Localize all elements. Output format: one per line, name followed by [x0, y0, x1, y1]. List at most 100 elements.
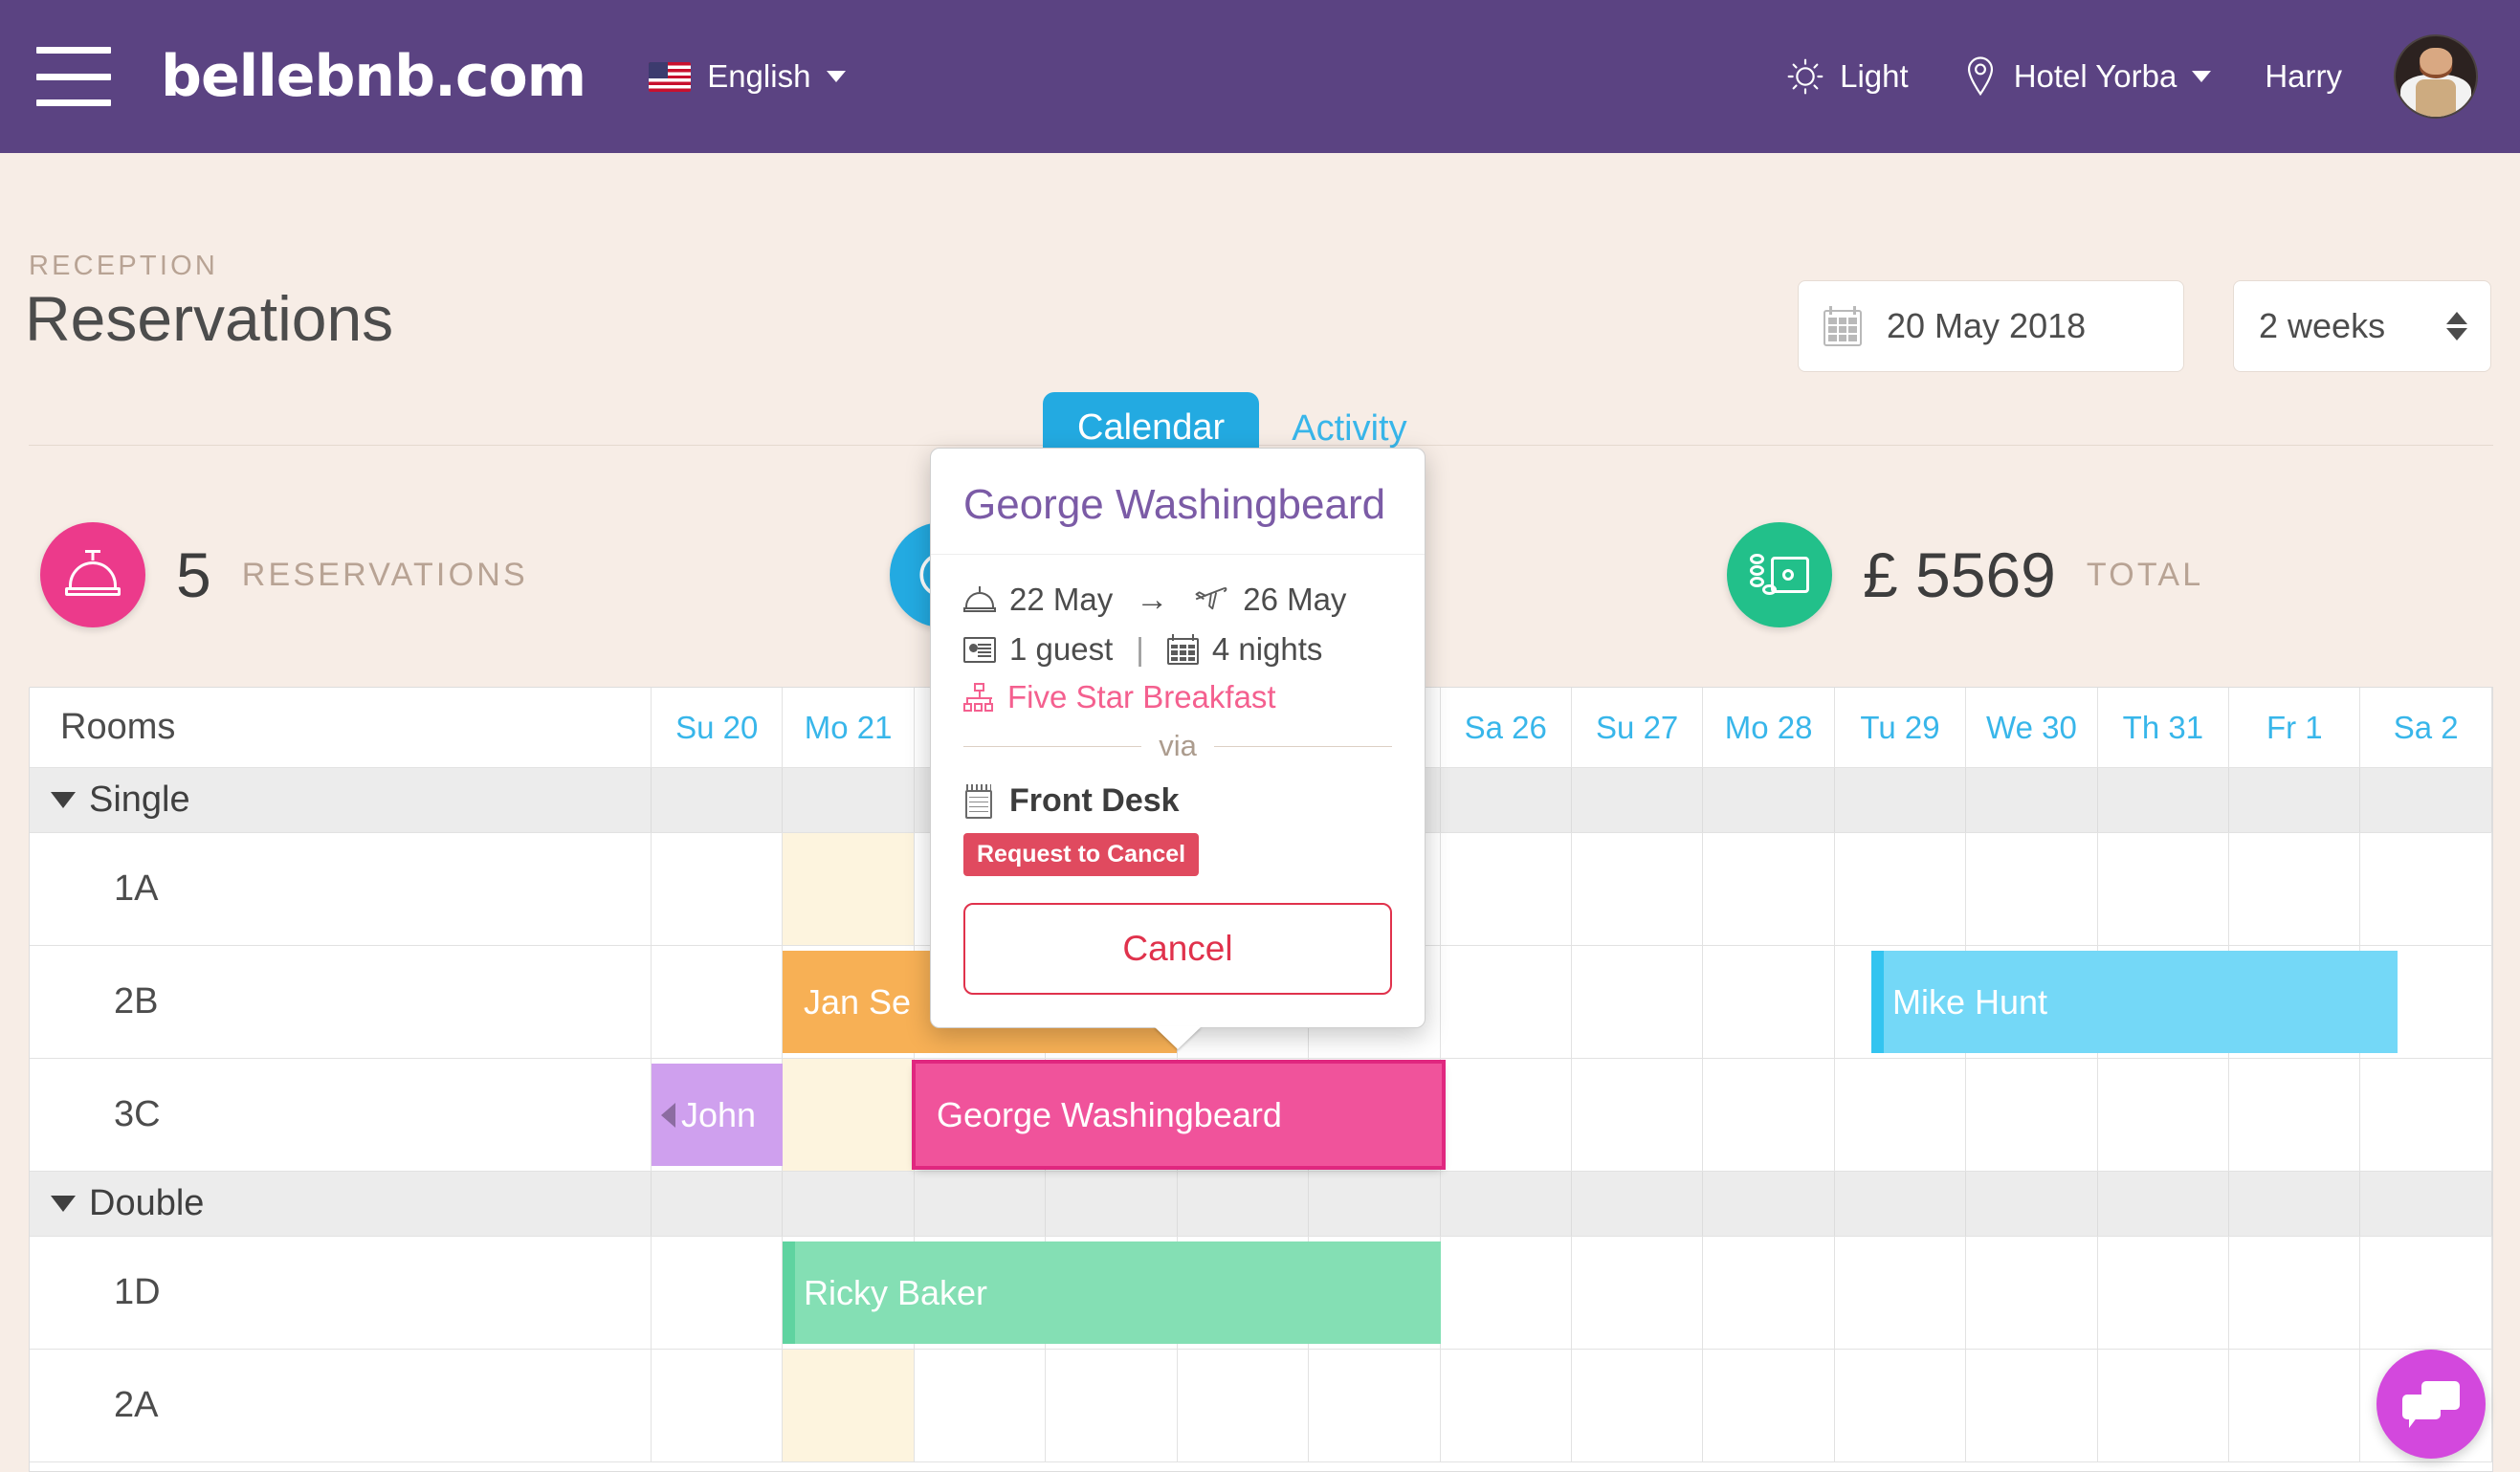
stepper-arrows-icon[interactable] [2446, 312, 2467, 341]
range-select[interactable]: 2 weeks [2233, 280, 2491, 372]
calendar-cell[interactable] [1835, 1350, 1967, 1461]
calendar-cell[interactable] [2229, 1350, 2361, 1461]
room-name[interactable]: 1D [30, 1237, 652, 1349]
day-header-0[interactable]: Su 20 [652, 688, 784, 767]
calendar-cell[interactable] [783, 833, 915, 945]
notepad-icon [963, 783, 994, 819]
reservations-stat-bubble [40, 522, 145, 627]
popover-header: George Washingbeard [931, 449, 1425, 555]
calendar-cell[interactable] [1703, 1059, 1835, 1171]
calendar-cell[interactable] [1966, 1059, 2098, 1171]
calendar-cell[interactable] [2098, 1350, 2230, 1461]
chat-support-button[interactable] [2376, 1350, 2486, 1459]
hotel-selector[interactable]: Hotel Yorba [1962, 55, 2212, 98]
user-menu[interactable]: Harry [2265, 58, 2342, 95]
calendar-cell[interactable] [1441, 1237, 1572, 1349]
cancel-button[interactable]: Cancel [963, 903, 1392, 995]
room-name[interactable]: 2B [30, 946, 652, 1058]
caret-down-icon [51, 1196, 76, 1212]
reservation-bar-selected[interactable]: George Washingbeard [916, 1064, 1442, 1166]
day-header-6[interactable]: Sa 26 [1441, 688, 1572, 767]
us-flag-icon [649, 61, 692, 92]
calendar-cell[interactable] [2098, 833, 2230, 945]
reservation-bar[interactable]: Ricky Baker [783, 1241, 1441, 1344]
calendar-cell[interactable] [1835, 1237, 1967, 1349]
calendar-cell[interactable] [1441, 1350, 1572, 1461]
calendar-cell[interactable] [1178, 1350, 1310, 1461]
calendar-cell[interactable] [1441, 1059, 1572, 1171]
calendar-cell[interactable] [1703, 1237, 1835, 1349]
calendar-cell[interactable] [2229, 833, 2361, 945]
room-name[interactable]: 2A [30, 1350, 652, 1461]
calendar-cell[interactable] [915, 1350, 1047, 1461]
group-label-single: Single [30, 768, 652, 832]
calendar-cell[interactable] [2229, 1059, 2361, 1171]
calendar-icon [1824, 306, 1862, 346]
nights-calendar-icon [1166, 634, 1199, 665]
hotel-label: Hotel Yorba [2013, 58, 2177, 94]
calendar-cell[interactable] [1572, 1237, 1704, 1349]
day-header-1[interactable]: Mo 21 [783, 688, 915, 767]
day-header-7[interactable]: Su 27 [1572, 688, 1704, 767]
calendar-cell[interactable] [2098, 1237, 2230, 1349]
calendar-cell[interactable] [1572, 1059, 1704, 1171]
reservations-count: 5 [176, 539, 211, 610]
check-in-bell-icon [963, 586, 996, 613]
calendar-cell[interactable] [783, 1059, 915, 1171]
nights-count: 4 nights [1211, 631, 1323, 667]
stat-total: £ 5569 TOTAL [1727, 522, 2203, 627]
calendar-cell[interactable] [1703, 1350, 1835, 1461]
calendar-cell[interactable] [1572, 946, 1704, 1058]
day-header-12[interactable]: Fr 1 [2229, 688, 2361, 767]
popover-tail [1154, 1026, 1202, 1049]
calendar-cell[interactable] [2360, 1059, 2492, 1171]
calendar-cell[interactable] [1441, 833, 1572, 945]
calendar-cell[interactable] [2360, 1237, 2492, 1349]
calendar-cell[interactable] [652, 1237, 784, 1349]
theme-toggle[interactable]: Light [1786, 57, 1909, 96]
calendar-cell[interactable] [1966, 1350, 2098, 1461]
calendar-cell[interactable] [2229, 1237, 2361, 1349]
booking-source-line: Front Desk [963, 782, 1392, 820]
calendar-cell[interactable] [652, 833, 784, 945]
day-header-11[interactable]: Th 31 [2098, 688, 2230, 767]
brand-logo[interactable]: bellebnb.com [161, 43, 586, 110]
reservation-bar[interactable]: Mike Hunt [1871, 951, 2398, 1053]
calendar-cell[interactable] [652, 1350, 784, 1461]
hamburger-menu-icon[interactable] [36, 47, 111, 106]
calendar-cell[interactable] [1046, 1350, 1178, 1461]
day-header-10[interactable]: We 30 [1966, 688, 2098, 767]
popover-footer: Cancel [931, 876, 1425, 1027]
addon-line[interactable]: Five Star Breakfast [963, 679, 1392, 715]
user-name-label: Harry [2265, 58, 2342, 94]
day-header-9[interactable]: Tu 29 [1835, 688, 1967, 767]
group-label-double: Double [30, 1172, 652, 1236]
arrow-right-icon: → [1136, 581, 1169, 618]
calendar-cell[interactable] [1703, 833, 1835, 945]
calendar-cell[interactable] [652, 946, 784, 1058]
calendar-cell[interactable] [1309, 1350, 1441, 1461]
calendar-cell[interactable] [1966, 833, 2098, 945]
date-picker[interactable]: 20 May 2018 [1798, 280, 2184, 372]
reservation-bar[interactable]: John [652, 1064, 783, 1166]
day-header-8[interactable]: Mo 28 [1703, 688, 1835, 767]
table-row: 3C John George Washingbeard [30, 1059, 2492, 1172]
avatar[interactable] [2394, 34, 2478, 119]
calendar-cell[interactable] [1966, 1237, 2098, 1349]
room-name[interactable]: 1A [30, 833, 652, 945]
calendar-cell[interactable] [1572, 833, 1704, 945]
day-header-13[interactable]: Sa 2 [2360, 688, 2492, 767]
calendar-cell[interactable] [1572, 1350, 1704, 1461]
room-name[interactable]: 3C [30, 1059, 652, 1171]
calendar-cell[interactable] [1835, 1059, 1967, 1171]
calendar-cell[interactable] [1703, 946, 1835, 1058]
calendar-cell[interactable] [2098, 1059, 2230, 1171]
group-row-double[interactable]: Double [30, 1172, 2492, 1237]
calendar-cell[interactable] [1835, 833, 1967, 945]
check-out-date: 26 May [1243, 582, 1347, 617]
language-selector[interactable]: English [649, 58, 847, 95]
calendar-cell[interactable] [1441, 946, 1572, 1058]
calendar-cell[interactable] [783, 1350, 915, 1461]
calendar-cell[interactable] [2360, 833, 2492, 945]
reservations-page: bellebnb.com English Light Hotel Yorba H… [0, 0, 2520, 1472]
